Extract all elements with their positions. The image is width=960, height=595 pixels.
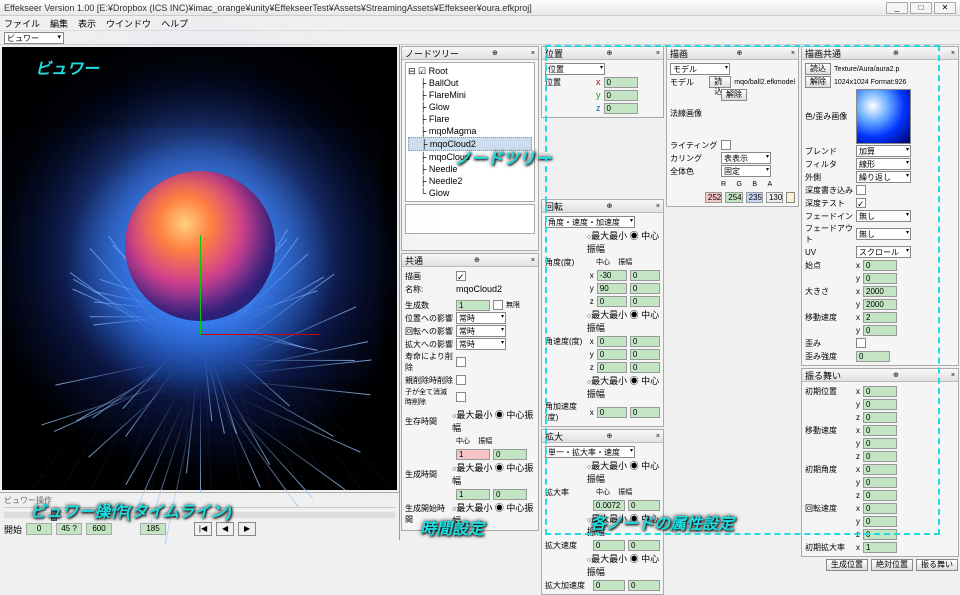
position-header: 位置 (545, 47, 563, 60)
load-button[interactable]: 読込 (709, 76, 731, 88)
viewer-canvas[interactable] (2, 47, 397, 490)
tree-header: ノードツリー (405, 47, 459, 60)
scl-influence[interactable]: 常時 (456, 338, 506, 350)
maximize-button[interactable]: □ (910, 2, 932, 14)
behavior-button[interactable]: 振る舞い (916, 559, 958, 571)
filter-select[interactable]: 線形 (856, 158, 911, 170)
draw-header: 描画 (670, 47, 688, 60)
step-back-button[interactable]: ◀ (216, 522, 234, 536)
close-icon[interactable]: × (531, 50, 535, 57)
pos-influence[interactable]: 常時 (456, 312, 506, 324)
control-header: ビュワー操作 (4, 495, 395, 508)
menu-view[interactable]: 表示 (78, 17, 96, 30)
menu-window[interactable]: ウインドウ (106, 17, 151, 30)
culling-select[interactable]: 表表示 (721, 152, 771, 164)
rotation-header: 回転 (545, 200, 563, 213)
menu-help[interactable]: ヘルプ (161, 17, 188, 30)
texture-preview (856, 89, 911, 144)
gen-count[interactable]: 1 (456, 300, 490, 311)
common-header: 共通 (405, 254, 423, 267)
end-value[interactable]: 600 (86, 523, 112, 535)
behavior-header: 振る舞い (805, 369, 841, 382)
pos-mode[interactable]: 位置 (545, 63, 605, 75)
uv-select[interactable]: スクロール (856, 246, 911, 258)
close-button[interactable]: ✕ (934, 2, 956, 14)
node-tree[interactable]: ⊟ ☑ Root ├ BallOut ├ FlareMini ├ Glow ├ … (405, 62, 535, 202)
draw-checkbox[interactable]: ✓ (456, 271, 466, 281)
scl-mode[interactable]: 単一・拡大率・速度 (545, 446, 635, 458)
name-field[interactable]: mqoCloud2 (456, 284, 502, 294)
blend-select[interactable]: 加算 (856, 145, 911, 157)
current-value[interactable]: 185 (140, 523, 166, 535)
viewer-combo[interactable]: ビュワー (4, 32, 64, 44)
allcolor-select[interactable]: 固定 (721, 165, 771, 177)
toolbar: ビュワー (0, 31, 960, 45)
frame-value[interactable]: 45 ? (56, 523, 82, 535)
timeline-slider[interactable] (4, 512, 395, 518)
titlebar: Effekseer Version 1.00 [E:¥Dropbox (ICS … (0, 0, 960, 16)
start-value[interactable]: 0 (26, 523, 52, 535)
drawcommon-header: 描画共通 (805, 47, 841, 60)
rot-influence[interactable]: 常時 (456, 325, 506, 337)
menu-file[interactable]: ファイル (4, 17, 40, 30)
release-button[interactable]: 解除 (721, 89, 747, 101)
pin-icon[interactable]: ⊕ (492, 49, 498, 57)
start-label: 開始 (4, 523, 22, 536)
menu-edit[interactable]: 編集 (50, 17, 68, 30)
play-button[interactable]: ▶ (238, 522, 256, 536)
genpos-button[interactable]: 生成位置 (826, 559, 868, 571)
rewind-button[interactable]: |◀ (194, 522, 212, 536)
rot-mode[interactable]: 角度・速度・加速度 (545, 216, 635, 228)
minimize-button[interactable]: _ (886, 2, 908, 14)
abspos-button[interactable]: 絶対位置 (871, 559, 913, 571)
scale-header: 拡大 (545, 430, 563, 443)
window-title: Effekseer Version 1.00 [E:¥Dropbox (ICS … (4, 3, 886, 13)
draw-mode[interactable]: モデル (670, 63, 730, 75)
menubar: ファイル 編集 表示 ウインドウ ヘルプ (0, 16, 960, 31)
wrap-select[interactable]: 繰り返し (856, 171, 911, 183)
